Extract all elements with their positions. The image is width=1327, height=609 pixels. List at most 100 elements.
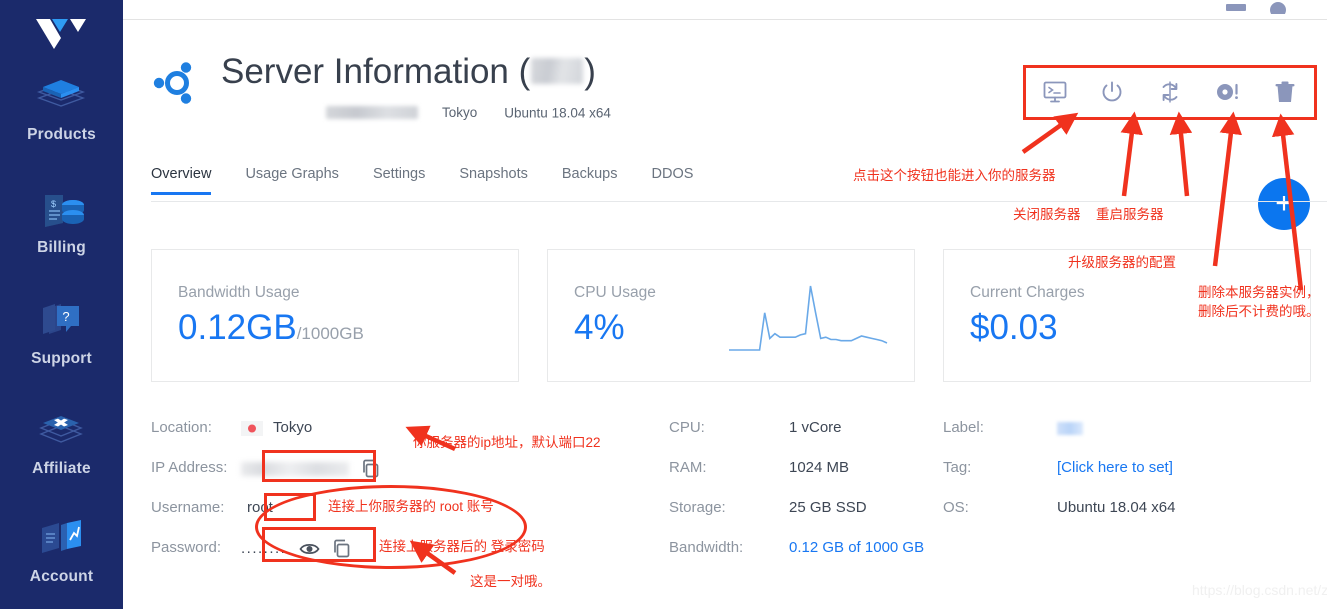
vultr-logo-icon	[36, 19, 86, 49]
sidebar-item-label: Billing	[37, 239, 86, 256]
page-title: Server Information ()	[221, 52, 596, 92]
server-details: Location: Tokyo IP Address: Username: ro…	[123, 405, 1327, 585]
server-name-redacted	[531, 58, 584, 85]
account-avatar-icon[interactable]	[1265, 0, 1291, 18]
reinstall-button[interactable]	[1208, 74, 1248, 110]
tab-overview[interactable]: Overview	[151, 166, 212, 195]
tag-set-link[interactable]: [Click here to set]	[1057, 459, 1173, 476]
view-console-button[interactable]	[1035, 74, 1075, 110]
card-value-main: 0.12GB	[178, 308, 297, 347]
card-value: 4%	[574, 308, 625, 348]
copy-icon[interactable]	[332, 539, 351, 558]
console-monitor-icon	[1043, 81, 1067, 103]
card-value: 0.12GB/1000GB	[178, 308, 364, 348]
sidebar: Products $ Billing ? Support Affiliate A…	[0, 0, 123, 609]
card-value: $0.03	[970, 308, 1058, 348]
tab-settings[interactable]: Settings	[373, 166, 425, 195]
svg-text:?: ?	[62, 309, 69, 324]
bandwidth-usage-card: Bandwidth Usage 0.12GB/1000GB	[151, 249, 519, 382]
sidebar-item-label: Support	[31, 350, 92, 367]
cpu-usage-sparkline	[729, 285, 888, 351]
eye-icon[interactable]	[299, 541, 320, 557]
cpu-usage-card: CPU Usage 4%	[547, 249, 915, 382]
detail-key: CPU:	[669, 419, 705, 436]
sidebar-item-affiliate[interactable]: Affiliate	[0, 410, 123, 478]
restart-button[interactable]	[1150, 74, 1190, 110]
tab-snapshots[interactable]: Snapshots	[459, 166, 528, 195]
top-bar	[123, 0, 1327, 20]
detail-value	[241, 459, 380, 478]
watermark: https://blog.csdn.net/zhanghao3389	[1192, 582, 1327, 598]
main-content: Server Information () Tokyo Ubuntu 18.04 …	[123, 0, 1327, 609]
layers-icon	[0, 76, 123, 122]
card-label: Bandwidth Usage	[178, 284, 300, 301]
detail-key: Username:	[151, 499, 225, 516]
detail-value	[1057, 419, 1083, 436]
japan-flag-icon	[241, 420, 263, 436]
sidebar-item-products[interactable]: Products	[0, 76, 123, 144]
sidebar-item-support[interactable]: ? Support	[0, 300, 123, 368]
tab-label: Backups	[561, 166, 618, 182]
ubuntu-logo-icon	[153, 62, 192, 104]
detail-value: Ubuntu 18.04 x64	[1057, 499, 1176, 516]
question-layers-icon: ?	[0, 300, 123, 346]
detail-value: 1024 MB	[789, 459, 850, 476]
sidebar-item-billing[interactable]: $ Billing	[0, 189, 123, 257]
detail-key: Tag:	[943, 459, 972, 476]
ip-address-redacted	[241, 461, 349, 476]
card-value-main: $0.03	[970, 308, 1058, 347]
detail-key: IP Address:	[151, 459, 228, 476]
page-title-suffix: )	[584, 52, 596, 91]
tab-bar: Overview Usage Graphs Settings Snapshots…	[151, 166, 1327, 202]
tab-label: Settings	[372, 166, 426, 182]
tab-label: Usage Graphs	[245, 166, 339, 182]
detail-key: Bandwidth:	[669, 539, 744, 556]
sidebar-item-label: Products	[27, 126, 96, 143]
power-icon	[1102, 81, 1122, 102]
tab-divider	[151, 201, 1327, 202]
detail-value: Tokyo	[241, 419, 312, 436]
detail-key: Password:	[151, 539, 222, 556]
tab-label: Overview	[151, 166, 212, 182]
notifications-icon[interactable]	[1223, 0, 1249, 14]
hostname-redacted	[326, 106, 418, 120]
copy-icon[interactable]	[361, 459, 380, 478]
card-label: Current Charges	[970, 284, 1085, 301]
card-value-main: 4%	[574, 308, 625, 347]
tab-label: DDOS	[651, 166, 694, 182]
label-redacted	[1057, 421, 1083, 435]
disc-alert-icon	[1216, 83, 1238, 100]
location-value: Tokyo	[273, 419, 313, 436]
page-title-prefix: Server Information (	[221, 52, 531, 91]
detail-key: Location:	[151, 419, 212, 436]
detail-key: Storage:	[669, 499, 726, 516]
server-subline: Tokyo Ubuntu 18.04 x64	[326, 104, 611, 122]
server-os: Ubuntu 18.04 x64	[504, 105, 611, 121]
detail-key: OS:	[943, 499, 969, 516]
power-button[interactable]	[1092, 74, 1132, 110]
trash-icon	[1275, 81, 1295, 102]
sidebar-item-account[interactable]: Account	[0, 518, 123, 586]
server-actions-toolbar	[1026, 67, 1314, 117]
current-charges-card: Current Charges $0.03	[943, 249, 1311, 382]
detail-key: Label:	[943, 419, 984, 436]
detail-value: ........	[241, 539, 351, 558]
vultr-logo[interactable]	[0, 8, 123, 56]
sidebar-item-label: Affiliate	[32, 460, 91, 477]
username-value: root	[247, 499, 273, 516]
svg-text:$: $	[51, 199, 56, 209]
detail-value[interactable]: 0.12 GB of 1000 GB	[789, 539, 924, 556]
detail-value: 25 GB SSD	[789, 499, 867, 516]
destroy-button[interactable]	[1265, 74, 1305, 110]
card-label: CPU Usage	[574, 284, 656, 301]
tab-backups[interactable]: Backups	[562, 166, 618, 195]
chart-card-icon	[0, 518, 123, 564]
screen: Products $ Billing ? Support Affiliate A…	[0, 0, 1327, 609]
card-value-suffix: /1000GB	[296, 324, 364, 343]
restart-icon	[1162, 81, 1178, 103]
tab-label: Snapshots	[459, 166, 528, 182]
server-region: Tokyo	[442, 105, 478, 121]
invoice-coins-icon: $	[0, 189, 123, 235]
tab-ddos[interactable]: DDOS	[652, 166, 694, 195]
tab-usage-graphs[interactable]: Usage Graphs	[245, 166, 339, 195]
